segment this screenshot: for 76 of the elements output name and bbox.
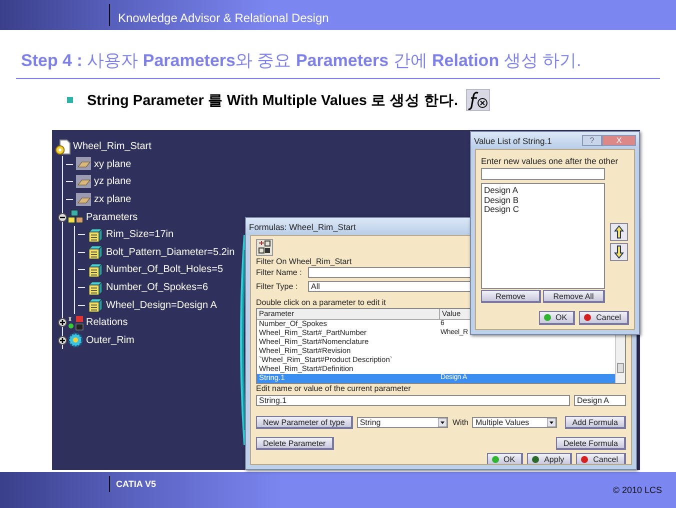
list-item[interactable]: Design A xyxy=(484,186,602,196)
move-up-button[interactable] xyxy=(610,223,628,241)
delete-parameter-button[interactable]: Delete Parameter xyxy=(256,437,334,450)
with-label: With xyxy=(452,418,468,427)
tree-item[interactable]: yz plane xyxy=(94,176,132,188)
add-formula-button[interactable]: Add Formula xyxy=(565,416,626,429)
filter-caption: Filter On Wheel_Rim_Start xyxy=(256,257,352,266)
table-hint: Double click on a parameter to edit it xyxy=(256,298,386,307)
cancel-button[interactable]: Cancel xyxy=(579,311,629,325)
dialog-title: Value List of String.1 xyxy=(474,136,552,146)
plus-icon[interactable] xyxy=(58,318,67,328)
name-field[interactable]: String.1 xyxy=(256,395,570,406)
tree-item[interactable]: Bolt_Pattern_Diameter=5.2in xyxy=(106,246,235,258)
value-field[interactable]: Design A xyxy=(574,395,626,406)
value-input-field[interactable] xyxy=(481,168,605,180)
tree-item[interactable]: Number_Of_Spokes=6 xyxy=(106,282,208,294)
dot-icon xyxy=(581,456,588,462)
caret-icon xyxy=(438,418,448,427)
select-value: String xyxy=(360,418,381,427)
type-select[interactable]: String xyxy=(356,417,448,428)
arrow-down-icon xyxy=(614,245,624,259)
with-select[interactable]: Multiple Values xyxy=(472,417,558,428)
cube-icon xyxy=(87,226,104,243)
dot-icon xyxy=(544,314,551,321)
dot-icon xyxy=(492,456,499,462)
help-button[interactable]: ? xyxy=(582,135,602,146)
select-value: Multiple Values xyxy=(475,418,530,427)
minus-icon[interactable] xyxy=(58,212,67,222)
caret-icon xyxy=(547,418,556,427)
cancel-button[interactable]: Cancel xyxy=(576,453,626,464)
cube-icon xyxy=(87,244,104,260)
formula-icon xyxy=(466,89,490,111)
dot-icon xyxy=(532,456,540,462)
plus-icon[interactable] xyxy=(58,336,67,345)
tree-item[interactable]: Wheel_Rim_Start xyxy=(73,141,152,152)
tree-item[interactable]: Relations xyxy=(86,317,128,328)
squares-icon xyxy=(67,314,84,331)
bullet-text: String Parameter 를 With Multiple Values 로 생성 한다. xyxy=(87,92,458,110)
tree-item[interactable]: Wheel_Design=Design A xyxy=(106,300,217,311)
field-label: Filter Name : xyxy=(256,268,303,277)
field-label: Filter Type : xyxy=(256,282,299,291)
slide-title: Step 4 : 사용자 Parameters와 중요 Parameters 간에 Relation 생성 하기. xyxy=(16,49,660,79)
tree-item[interactable]: xy plane xyxy=(94,158,132,170)
remove-all-button[interactable]: Remove All xyxy=(543,290,605,303)
boxes-icon xyxy=(67,209,84,226)
ok-button[interactable]: OK xyxy=(486,453,524,464)
cube-icon xyxy=(87,262,104,278)
tree-item[interactable]: Parameters xyxy=(86,212,138,223)
cube-icon xyxy=(87,297,104,314)
header-title: Knowledge Advisor & Relational Design xyxy=(118,11,329,27)
plane-icon xyxy=(75,156,92,172)
tree-item[interactable]: Outer_Rim xyxy=(86,334,134,346)
apply-button[interactable]: Apply xyxy=(527,453,572,464)
dialog-title: Formulas: Wheel_Rim_Start xyxy=(249,222,356,232)
dot-icon xyxy=(584,314,592,321)
copyright-text: © 2010 LCS xyxy=(612,485,662,495)
new-parameter-button[interactable]: New Parameter of type xyxy=(256,416,353,429)
prompt-text: Enter new values one after the other xyxy=(481,156,618,166)
arrow-up-icon xyxy=(614,225,624,239)
tree-item[interactable]: zx plane xyxy=(94,194,132,206)
cube-icon xyxy=(87,280,104,296)
move-down-button[interactable] xyxy=(610,243,628,261)
remove-button[interactable]: Remove xyxy=(481,290,541,303)
tree-item[interactable]: Number_Of_Bolt_Holes=5 xyxy=(106,264,224,276)
plane-icon xyxy=(75,174,92,190)
bullet-icon xyxy=(67,97,73,103)
filter-tool-icon[interactable] xyxy=(256,239,273,256)
plane-icon xyxy=(75,192,92,208)
edit-caption: Edit name or value of the current parameter xyxy=(256,384,411,393)
product-name: CATIA V5 xyxy=(116,479,156,489)
ok-button[interactable]: OK xyxy=(538,311,576,325)
delete-formula-button[interactable]: Delete Formula xyxy=(556,437,626,450)
list-item[interactable]: Design B xyxy=(484,196,602,206)
tree-item[interactable]: Rim_Size=17in xyxy=(106,229,174,240)
list-item[interactable]: Design C xyxy=(484,205,602,215)
value-list[interactable]: Design A Design B Design C xyxy=(481,183,605,289)
